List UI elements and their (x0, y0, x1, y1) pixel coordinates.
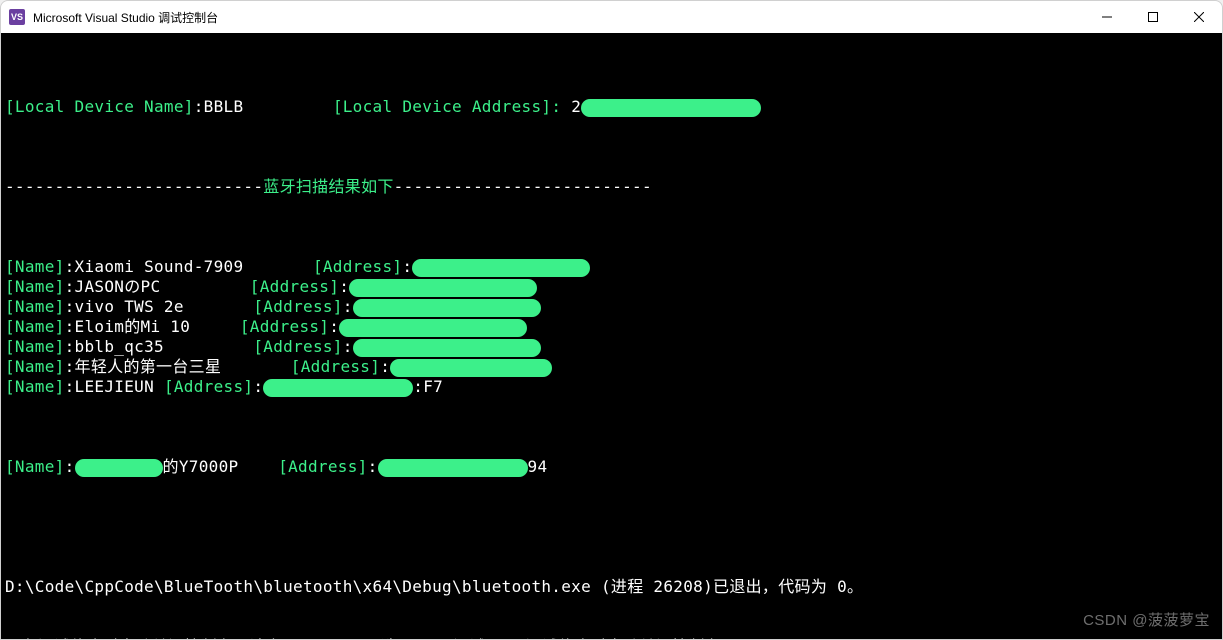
addr-prefix: : (339, 277, 349, 296)
device-name: :bblb_qc35 (65, 337, 164, 356)
redacted-highlight (581, 99, 761, 117)
window-title: Microsoft Visual Studio 调试控制台 (33, 9, 1084, 26)
device-row-last: [Name]: 的Y7000P [Address]: 94 (5, 457, 1218, 477)
redacted-highlight (339, 319, 527, 337)
local-addr-label: [Local Device Address]: (333, 97, 571, 116)
redacted-highlight (412, 259, 590, 277)
device-row: [Name]:JASONのPC [Address]: (5, 277, 1218, 297)
addr-label: [Address] (278, 457, 367, 476)
redacted-highlight (263, 379, 413, 397)
titlebar[interactable]: VS Microsoft Visual Studio 调试控制台 (1, 1, 1222, 33)
addr-suffix: :F7 (413, 377, 443, 396)
spacer (164, 337, 253, 356)
spacer (243, 97, 332, 116)
addr-label: [Address] (291, 357, 380, 376)
addr-label: [Address] (253, 337, 342, 356)
device-name: :年轻人的第一台三星 (65, 357, 222, 376)
addr-prefix: : (343, 297, 353, 316)
redacted-highlight (378, 459, 528, 477)
name-label: [Name] (5, 457, 65, 476)
addr-label: [Address] (253, 297, 342, 316)
footer-line2: 要在调试停止时自动关闭控制台，请启用"工具"->"选项"->"调试"->"调试停… (5, 637, 1218, 639)
device-row: [Name]:Eloim的Mi 10 [Address]: (5, 317, 1218, 337)
addr-label: [Address] (313, 257, 402, 276)
window-controls (1084, 1, 1222, 33)
name-label: [Name] (5, 377, 65, 396)
device-name: :vivo TWS 2e (65, 297, 184, 316)
addr-prefix: : (253, 377, 263, 396)
addr-prefix: : (380, 357, 390, 376)
spacer (243, 257, 313, 276)
console-window: VS Microsoft Visual Studio 调试控制台 [Local … (0, 0, 1223, 640)
device-row: [Name]:Xiaomi Sound-7909 [Address]: (5, 257, 1218, 277)
local-device-row: [Local Device Name]:BBLB [Local Device A… (5, 97, 1218, 117)
console-output[interactable]: [Local Device Name]:BBLB [Local Device A… (1, 33, 1222, 639)
device-name: :JASONのPC (65, 277, 161, 296)
redacted-highlight (353, 299, 541, 317)
redacted-highlight (75, 459, 163, 477)
sep-right: -------------------------- (394, 177, 652, 196)
close-icon (1194, 12, 1204, 22)
addr-prefix: : (343, 337, 353, 356)
spacer (238, 457, 278, 476)
name-label: [Name] (5, 257, 65, 276)
spacer (190, 317, 240, 336)
spacer (221, 357, 291, 376)
name-label: [Name] (5, 277, 65, 296)
addr-label: [Address] (164, 377, 253, 396)
close-button[interactable] (1176, 1, 1222, 33)
separator-row: --------------------------蓝牙扫描结果如下------… (5, 177, 1218, 197)
watermark: CSDN @菠菠萝宝 (1083, 611, 1210, 631)
device-row: [Name]:bblb_qc35 [Address]: (5, 337, 1218, 357)
sep-center: 蓝牙扫描结果如下 (263, 177, 393, 196)
minimize-button[interactable] (1084, 1, 1130, 33)
addr-prefix: : (402, 257, 412, 276)
device-name: :Xiaomi Sound-7909 (65, 257, 244, 276)
local-name-label: [Local Device Name] (5, 97, 194, 116)
addr-suffix: 94 (528, 457, 548, 476)
device-row: [Name]:LEEJIEUN [Address]: :F7 (5, 377, 1218, 397)
sep-left: -------------------------- (5, 177, 263, 196)
redacted-highlight (353, 339, 541, 357)
name-label: [Name] (5, 317, 65, 336)
device-row: [Name]:vivo TWS 2e [Address]: (5, 297, 1218, 317)
minimize-icon (1102, 12, 1112, 22)
spacer (184, 297, 254, 316)
name-label: [Name] (5, 357, 65, 376)
name-suffix: 的Y7000P (163, 457, 239, 476)
addr-label: [Address] (250, 277, 339, 296)
device-row: [Name]:年轻人的第一台三星 [Address]: (5, 357, 1218, 377)
addr-label: [Address] (240, 317, 329, 336)
name-label: [Name] (5, 297, 65, 316)
app-icon: VS (9, 9, 25, 25)
addr-prefix: : (368, 457, 378, 476)
addr-prefix: : (329, 317, 339, 336)
maximize-button[interactable] (1130, 1, 1176, 33)
name-label: [Name] (5, 337, 65, 356)
name-prefix: : (65, 457, 75, 476)
device-name: :LEEJIEUN (65, 377, 164, 396)
device-name: :Eloim的Mi 10 (65, 317, 191, 336)
footer-line1: D:\Code\CppCode\BlueTooth\bluetooth\x64\… (5, 577, 1218, 597)
local-name-value: :BBLB (194, 97, 244, 116)
device-list: [Name]:Xiaomi Sound-7909 [Address]:[Name… (5, 257, 1218, 397)
maximize-icon (1148, 12, 1158, 22)
local-addr-prefix: 2 (571, 97, 581, 116)
blank-row (5, 517, 1218, 537)
redacted-highlight (390, 359, 552, 377)
spacer (160, 277, 249, 296)
redacted-highlight (349, 279, 537, 297)
